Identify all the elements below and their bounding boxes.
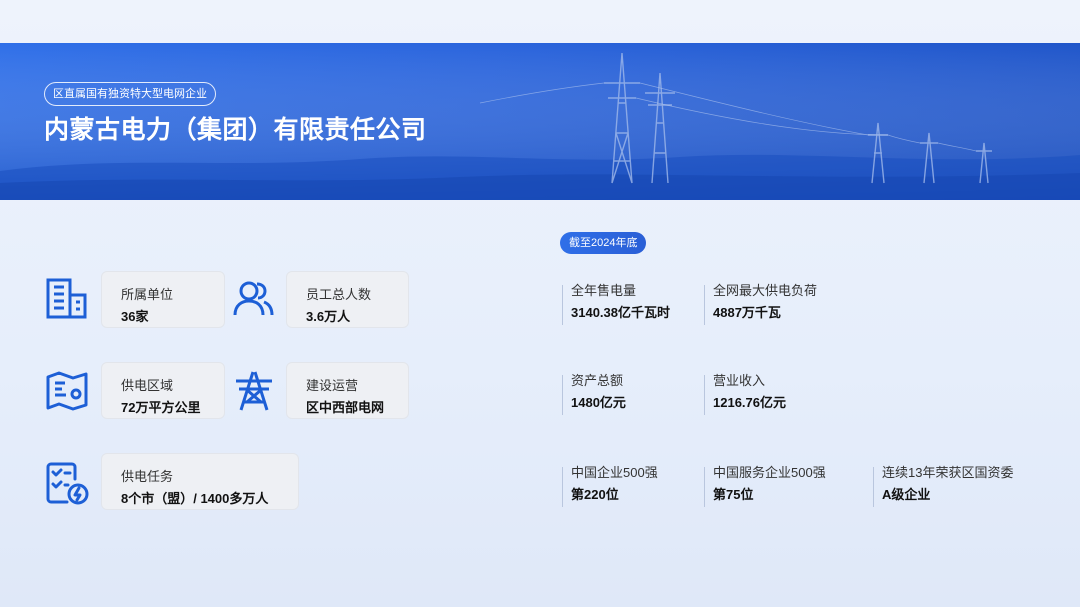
card-label: 供电区域 xyxy=(121,378,174,393)
card-label: 供电任务 xyxy=(121,469,174,484)
card-affiliated-units: 所属单位 36家 xyxy=(101,271,225,328)
stat-label: 连续13年荣获区国资委 xyxy=(882,465,1014,480)
power-tower-icon xyxy=(236,371,272,411)
card-supply-area: 供电区域 72万平方公里 xyxy=(101,362,225,419)
stat-label: 全网最大供电负荷 xyxy=(713,283,818,298)
stat-china-service-top500: 中国服务企业500强 第75位 xyxy=(704,465,826,507)
stat-annual-electricity-sales: 全年售电量 3140.38亿千瓦时 xyxy=(562,283,670,325)
company-tagline-pill: 区直属国有独资特大型电网企业 xyxy=(44,82,216,106)
map-icon xyxy=(46,371,88,411)
stat-label: 中国企业500强 xyxy=(571,465,658,480)
stat-total-assets: 资产总额 1480亿元 xyxy=(562,373,626,415)
stat-value: 1216.76亿元 xyxy=(713,395,786,410)
card-label: 所属单位 xyxy=(121,287,174,302)
card-value: 3.6万人 xyxy=(306,309,351,324)
card-total-employees: 员工总人数 3.6万人 xyxy=(286,271,409,328)
building-icon xyxy=(46,278,87,319)
stat-value: 第220位 xyxy=(571,487,619,502)
stat-value: 4887万千瓦 xyxy=(713,305,781,320)
card-supply-task: 供电任务 8个市（盟）/ 1400多万人 xyxy=(101,453,299,510)
checklist-icon xyxy=(46,462,89,505)
stat-sasac-rating: 连续13年荣获区国资委 A级企业 xyxy=(873,465,1014,507)
card-label: 建设运营 xyxy=(306,378,359,393)
stat-label: 中国服务企业500强 xyxy=(713,465,826,480)
stat-operating-revenue: 营业收入 1216.76亿元 xyxy=(704,373,786,415)
card-value: 8个市（盟）/ 1400多万人 xyxy=(121,491,269,506)
card-label: 员工总人数 xyxy=(306,287,372,302)
stat-label: 全年售电量 xyxy=(571,283,637,298)
company-name-title: 内蒙古电力（集团）有限责任公司 xyxy=(44,116,427,144)
card-value: 36家 xyxy=(121,309,149,324)
card-value: 72万平方公里 xyxy=(121,400,201,415)
people-icon xyxy=(233,281,274,316)
stat-max-load: 全网最大供电负荷 4887万千瓦 xyxy=(704,283,818,325)
stat-label: 资产总额 xyxy=(571,373,624,388)
stat-value: 3140.38亿千瓦时 xyxy=(571,305,670,320)
as-of-date-badge: 截至2024年底 xyxy=(560,232,647,254)
stat-china-top500: 中国企业500强 第220位 xyxy=(562,465,658,507)
stat-value: 1480亿元 xyxy=(571,395,626,410)
card-construction-operation: 建设运营 区中西部电网 xyxy=(286,362,409,419)
stat-label: 营业收入 xyxy=(713,373,766,388)
stat-value: A级企业 xyxy=(882,487,931,502)
card-value: 区中西部电网 xyxy=(306,400,385,415)
stat-value: 第75位 xyxy=(713,487,754,502)
